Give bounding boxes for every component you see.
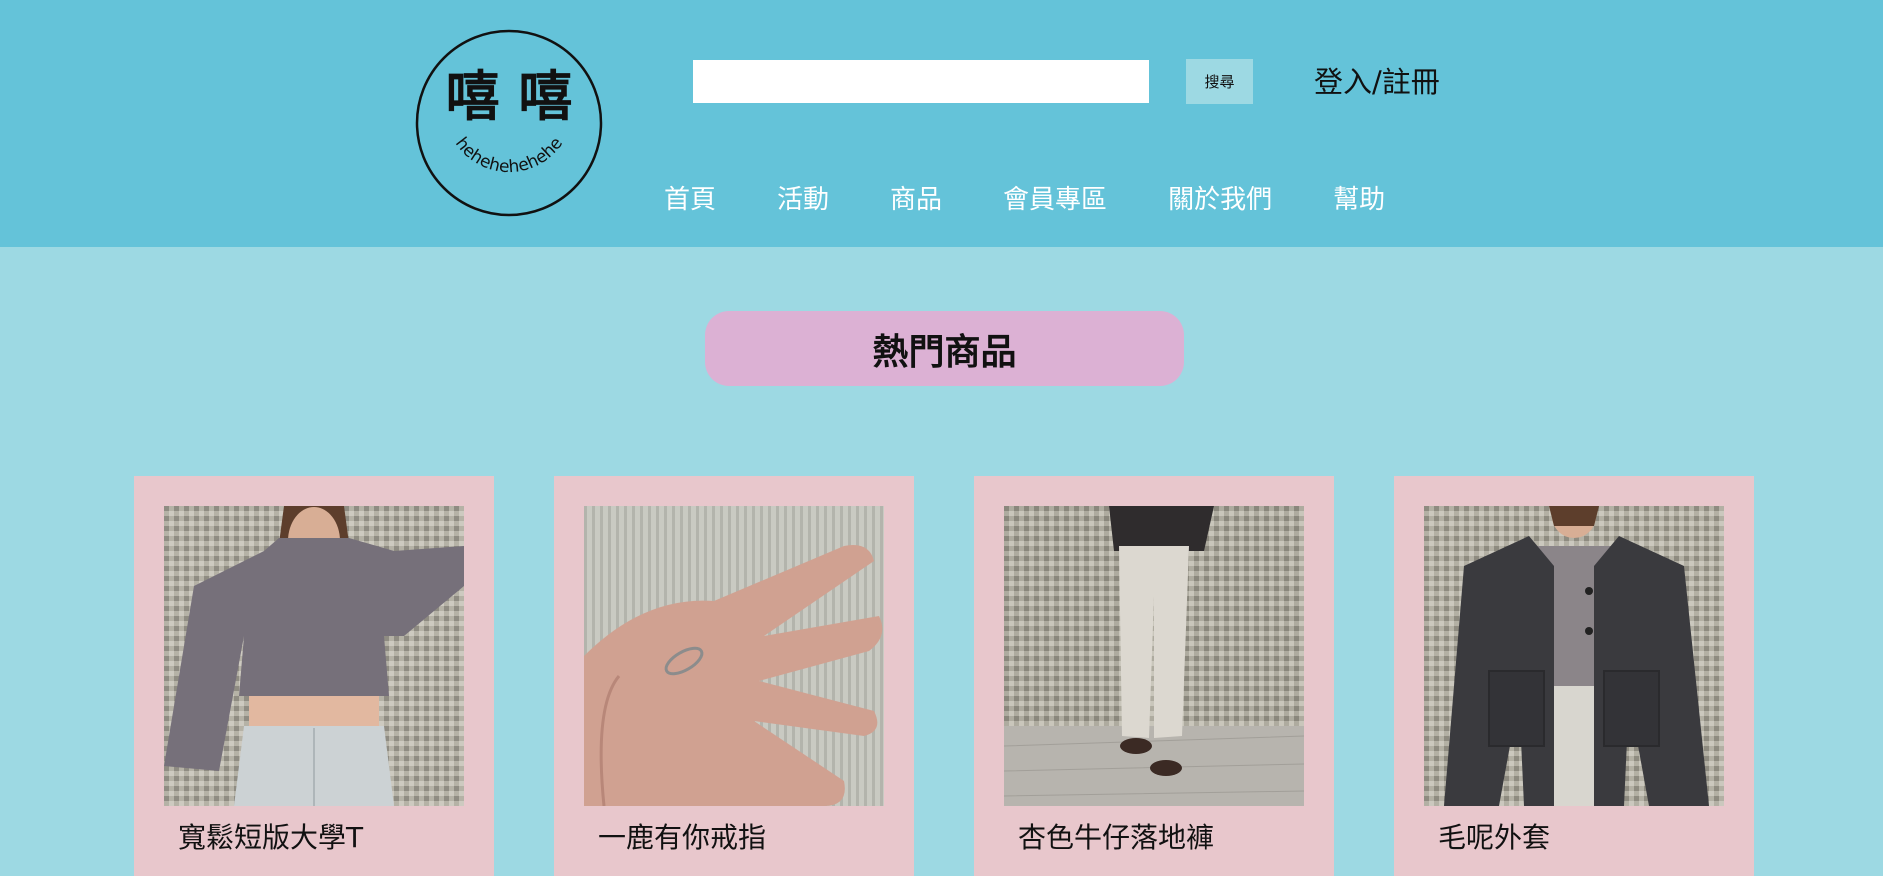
- product-image-ring[interactable]: [584, 506, 884, 806]
- logo-title: 嘻 嘻: [446, 65, 573, 128]
- product-name[interactable]: 寬鬆短版大學T: [178, 820, 363, 856]
- logo-tagline: hehehehehehe: [451, 134, 567, 178]
- product-card[interactable]: 杏色牛仔落地褲: [974, 476, 1334, 876]
- search-button[interactable]: 搜尋: [1186, 59, 1253, 104]
- login-register-link[interactable]: 登入/註冊: [1314, 62, 1440, 102]
- nav-item-events[interactable]: 活動: [777, 181, 829, 219]
- search-input[interactable]: [693, 60, 1149, 103]
- section-title: 熱門商品: [705, 311, 1184, 386]
- product-name[interactable]: 毛呢外套: [1438, 820, 1550, 856]
- svg-text:hehehehehehe: hehehehehehe: [451, 134, 567, 178]
- product-name[interactable]: 一鹿有你戒指: [598, 820, 766, 856]
- nav-item-home[interactable]: 首頁: [664, 181, 716, 219]
- site-logo[interactable]: 嘻 嘻 hehehehehehe: [415, 29, 603, 217]
- main-nav: 首頁 活動 商品 會員專區 關於我們 幫助: [664, 181, 1385, 219]
- site-header: 嘻 嘻 hehehehehehe 搜尋 登入/註冊 首頁 活動 商品 會員專區 …: [0, 0, 1883, 247]
- product-card[interactable]: 毛呢外套: [1394, 476, 1754, 876]
- nav-item-products[interactable]: 商品: [890, 181, 942, 219]
- nav-item-about[interactable]: 關於我們: [1168, 181, 1272, 219]
- product-card[interactable]: 寬鬆短版大學T: [134, 476, 494, 876]
- logo-emblem: 嘻 嘻 hehehehehehe: [415, 29, 603, 217]
- product-name[interactable]: 杏色牛仔落地褲: [1018, 820, 1214, 856]
- product-image-jeans[interactable]: [1004, 506, 1304, 806]
- product-image-sweatshirt[interactable]: [164, 506, 464, 806]
- nav-item-members[interactable]: 會員專區: [1003, 181, 1107, 219]
- product-image-jacket[interactable]: [1424, 506, 1724, 806]
- nav-item-help[interactable]: 幫助: [1333, 181, 1385, 219]
- product-card[interactable]: 一鹿有你戒指: [554, 476, 914, 876]
